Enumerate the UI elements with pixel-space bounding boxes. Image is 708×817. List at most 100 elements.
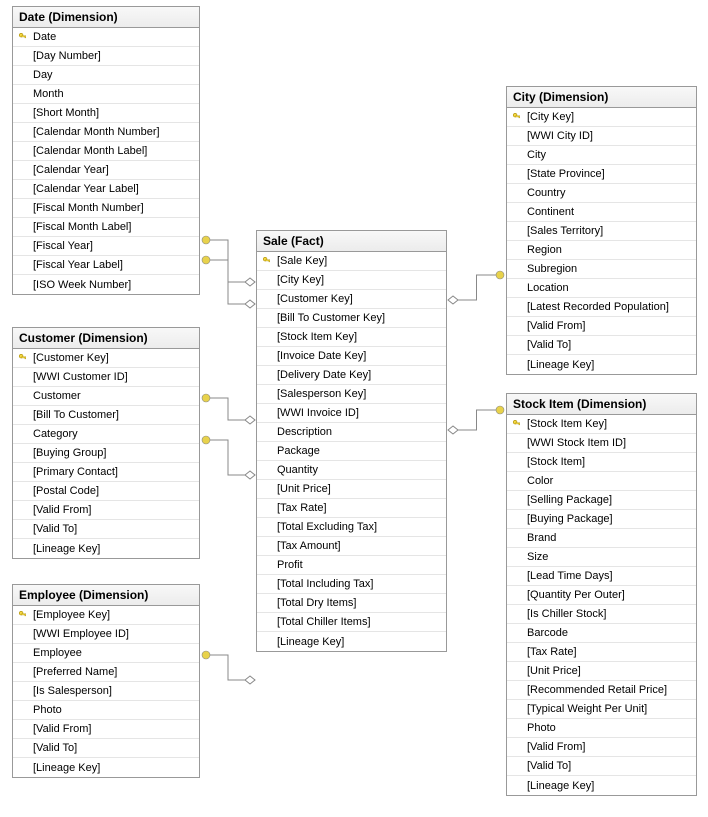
table-column[interactable]: [Salesperson Key] — [257, 385, 446, 404]
table-column[interactable]: [Employee Key] — [13, 606, 199, 625]
table-column[interactable]: [Is Chiller Stock] — [507, 605, 696, 624]
table-column[interactable]: [WWI Employee ID] — [13, 625, 199, 644]
table-column[interactable]: [Tax Amount] — [257, 537, 446, 556]
table-column[interactable]: [Lineage Key] — [13, 539, 199, 558]
table-column[interactable]: [Selling Package] — [507, 491, 696, 510]
table-column[interactable]: [Short Month] — [13, 104, 199, 123]
table-column[interactable]: [Valid From] — [507, 317, 696, 336]
table-column[interactable]: [Calendar Year] — [13, 161, 199, 180]
table-employee[interactable]: Employee (Dimension)[Employee Key][WWI E… — [12, 584, 200, 778]
table-column[interactable]: Quantity — [257, 461, 446, 480]
table-column[interactable]: Profit — [257, 556, 446, 575]
table-column[interactable]: Description — [257, 423, 446, 442]
table-column[interactable]: Size — [507, 548, 696, 567]
table-city[interactable]: City (Dimension)[City Key][WWI City ID]C… — [506, 86, 697, 375]
table-header[interactable]: Employee (Dimension) — [13, 585, 199, 606]
table-column[interactable]: [Total Excluding Tax] — [257, 518, 446, 537]
table-column[interactable]: [Lineage Key] — [507, 355, 696, 374]
table-column[interactable]: Category — [13, 425, 199, 444]
table-column[interactable]: Day — [13, 66, 199, 85]
table-column[interactable]: [Stock Item] — [507, 453, 696, 472]
table-column[interactable]: Color — [507, 472, 696, 491]
table-column[interactable]: [WWI Customer ID] — [13, 368, 199, 387]
table-column[interactable]: [Valid From] — [13, 501, 199, 520]
table-header[interactable]: Customer (Dimension) — [13, 328, 199, 349]
table-column[interactable]: [Buying Group] — [13, 444, 199, 463]
table-column[interactable]: [Calendar Year Label] — [13, 180, 199, 199]
table-column[interactable]: Subregion — [507, 260, 696, 279]
table-column[interactable]: Photo — [13, 701, 199, 720]
table-column[interactable]: [Unit Price] — [507, 662, 696, 681]
table-column[interactable]: Customer — [13, 387, 199, 406]
table-stockitem[interactable]: Stock Item (Dimension)[Stock Item Key][W… — [506, 393, 697, 796]
table-column[interactable]: [Fiscal Month Label] — [13, 218, 199, 237]
table-column[interactable]: Month — [13, 85, 199, 104]
table-column[interactable]: [Tax Rate] — [257, 499, 446, 518]
table-column[interactable]: [Lineage Key] — [507, 776, 696, 795]
table-column[interactable]: Region — [507, 241, 696, 260]
table-column[interactable]: [Sale Key] — [257, 252, 446, 271]
table-column[interactable]: [City Key] — [257, 271, 446, 290]
table-header[interactable]: Stock Item (Dimension) — [507, 394, 696, 415]
table-column[interactable]: [Typical Weight Per Unit] — [507, 700, 696, 719]
table-column[interactable]: [Fiscal Year Label] — [13, 256, 199, 275]
table-column[interactable]: [Valid To] — [13, 520, 199, 539]
table-column[interactable]: [Buying Package] — [507, 510, 696, 529]
table-column[interactable]: [WWI City ID] — [507, 127, 696, 146]
table-column[interactable]: Continent — [507, 203, 696, 222]
table-column[interactable]: [Customer Key] — [13, 349, 199, 368]
table-header[interactable]: Sale (Fact) — [257, 231, 446, 252]
table-sale[interactable]: Sale (Fact)[Sale Key][City Key][Customer… — [256, 230, 447, 652]
table-column[interactable]: [Unit Price] — [257, 480, 446, 499]
table-header[interactable]: City (Dimension) — [507, 87, 696, 108]
table-column[interactable]: [Total Chiller Items] — [257, 613, 446, 632]
table-column[interactable]: [Fiscal Month Number] — [13, 199, 199, 218]
table-date[interactable]: Date (Dimension)Date[Day Number]DayMonth… — [12, 6, 200, 295]
table-column[interactable]: Barcode — [507, 624, 696, 643]
table-column[interactable]: [Calendar Month Number] — [13, 123, 199, 142]
table-header[interactable]: Date (Dimension) — [13, 7, 199, 28]
table-column[interactable]: [WWI Stock Item ID] — [507, 434, 696, 453]
table-column[interactable]: [Valid To] — [507, 336, 696, 355]
table-column[interactable]: [Quantity Per Outer] — [507, 586, 696, 605]
table-column[interactable]: [Bill To Customer] — [13, 406, 199, 425]
table-column[interactable]: [Fiscal Year] — [13, 237, 199, 256]
table-column[interactable]: Location — [507, 279, 696, 298]
table-column[interactable]: [Tax Rate] — [507, 643, 696, 662]
table-column[interactable]: [Preferred Name] — [13, 663, 199, 682]
table-column[interactable]: [Sales Territory] — [507, 222, 696, 241]
table-customer[interactable]: Customer (Dimension)[Customer Key][WWI C… — [12, 327, 200, 559]
table-column[interactable]: [Valid From] — [13, 720, 199, 739]
table-column[interactable]: [ISO Week Number] — [13, 275, 199, 294]
table-column[interactable]: [Delivery Date Key] — [257, 366, 446, 385]
table-column[interactable]: [Recommended Retail Price] — [507, 681, 696, 700]
table-column[interactable]: Employee — [13, 644, 199, 663]
table-column[interactable]: [Customer Key] — [257, 290, 446, 309]
table-column[interactable]: [Postal Code] — [13, 482, 199, 501]
table-column[interactable]: [Stock Item Key] — [257, 328, 446, 347]
table-column[interactable]: [Valid From] — [507, 738, 696, 757]
table-column[interactable]: [Lineage Key] — [13, 758, 199, 777]
table-column[interactable]: [Lineage Key] — [257, 632, 446, 651]
table-column[interactable]: [Lead Time Days] — [507, 567, 696, 586]
table-column[interactable]: [Valid To] — [507, 757, 696, 776]
table-column[interactable]: [State Province] — [507, 165, 696, 184]
table-column[interactable]: [Valid To] — [13, 739, 199, 758]
table-column[interactable]: [Day Number] — [13, 47, 199, 66]
table-column[interactable]: [City Key] — [507, 108, 696, 127]
table-column[interactable]: [Total Including Tax] — [257, 575, 446, 594]
table-column[interactable]: [Invoice Date Key] — [257, 347, 446, 366]
table-column[interactable]: [Total Dry Items] — [257, 594, 446, 613]
table-column[interactable]: City — [507, 146, 696, 165]
table-column[interactable]: [Stock Item Key] — [507, 415, 696, 434]
table-column[interactable]: Photo — [507, 719, 696, 738]
table-column[interactable]: Country — [507, 184, 696, 203]
table-column[interactable]: [WWI Invoice ID] — [257, 404, 446, 423]
table-column[interactable]: [Latest Recorded Population] — [507, 298, 696, 317]
table-column[interactable]: [Calendar Month Label] — [13, 142, 199, 161]
table-column[interactable]: Package — [257, 442, 446, 461]
table-column[interactable]: [Bill To Customer Key] — [257, 309, 446, 328]
table-column[interactable]: [Primary Contact] — [13, 463, 199, 482]
table-column[interactable]: [Is Salesperson] — [13, 682, 199, 701]
table-column[interactable]: Date — [13, 28, 199, 47]
